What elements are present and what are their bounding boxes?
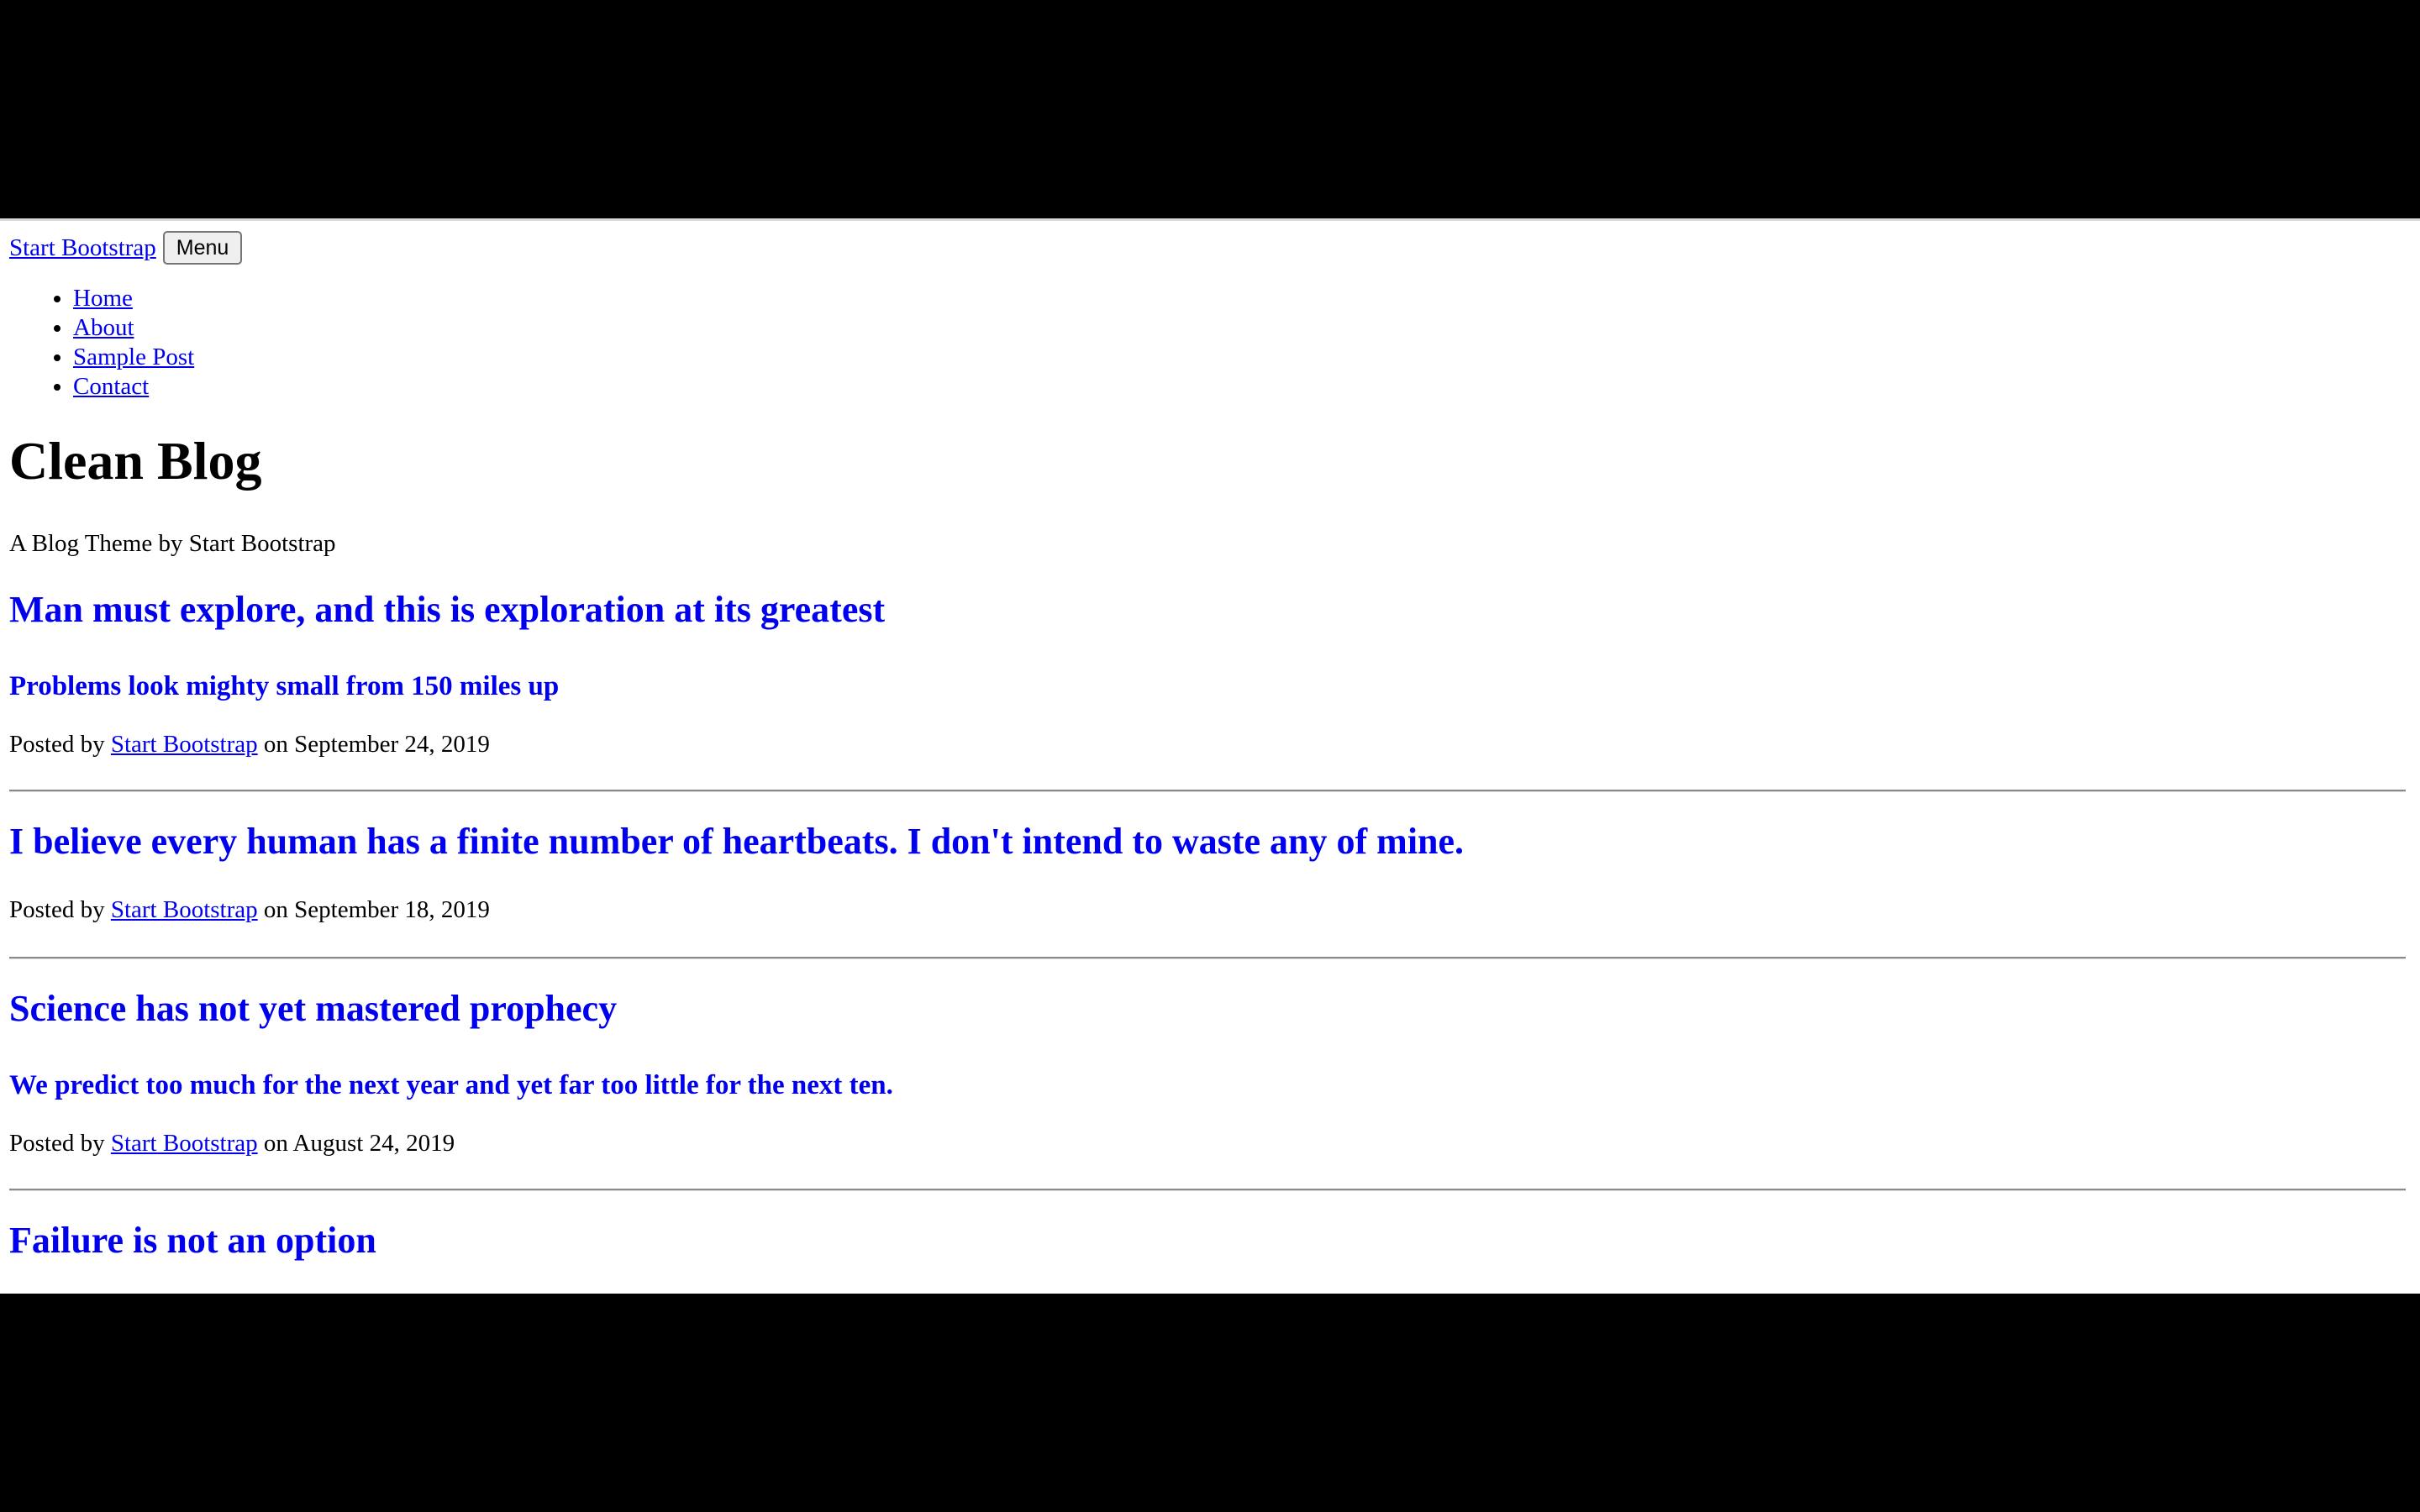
navbar: Start Bootstrap Menu (9, 229, 243, 266)
screen-backdrop: Start Bootstrap Menu Home About Sample P… (0, 0, 2420, 1512)
nav-link-sample-post[interactable]: Sample Post (73, 344, 194, 370)
post-meta-date: on September 18, 2019 (263, 896, 490, 923)
browser-viewport[interactable]: Start Bootstrap Menu Home About Sample P… (0, 218, 2420, 1294)
post-title[interactable]: Man must explore, and this is exploratio… (9, 586, 885, 633)
nav-item-about: About (73, 313, 194, 343)
nav-link-about[interactable]: About (73, 314, 134, 341)
post-author-link[interactable]: Start Bootstrap (111, 1130, 258, 1157)
nav-link-home[interactable]: Home (73, 285, 133, 312)
site-subtitle: A Blog Theme by Start Bootstrap (9, 530, 336, 557)
post-divider (9, 1189, 2406, 1191)
post-subtitle[interactable]: Problems look mighty small from 150 mile… (9, 669, 559, 704)
post-title[interactable]: Failure is not an option (9, 1217, 376, 1264)
nav-list: Home About Sample Post Contact (9, 284, 194, 402)
post-divider (9, 790, 2406, 792)
post-author-link[interactable]: Start Bootstrap (111, 731, 258, 758)
post-title[interactable]: Science has not yet mastered prophecy (9, 985, 617, 1032)
nav-item-sample-post: Sample Post (73, 343, 194, 372)
post-author-link[interactable]: Start Bootstrap (111, 896, 258, 923)
post-meta-prefix: Posted by (9, 1130, 105, 1157)
menu-button[interactable]: Menu (162, 231, 243, 265)
site-title: Clean Blog (9, 431, 262, 491)
post-divider (9, 957, 2406, 959)
post-subtitle[interactable]: We predict too much for the next year an… (9, 1068, 893, 1103)
nav-link-contact[interactable]: Contact (73, 373, 149, 400)
post-meta-prefix: Posted by (9, 731, 105, 758)
post-meta: Posted by Start Bootstrap on September 2… (9, 729, 490, 759)
nav-item-home: Home (73, 284, 194, 313)
navbar-brand-link[interactable]: Start Bootstrap (9, 234, 156, 261)
post-meta-date: on September 24, 2019 (263, 731, 490, 758)
post-meta-date: on August 24, 2019 (263, 1130, 455, 1157)
nav-item-contact: Contact (73, 372, 194, 402)
post-meta-prefix: Posted by (9, 896, 105, 923)
post-meta: Posted by Start Bootstrap on August 24, … (9, 1128, 455, 1158)
post-title[interactable]: I believe every human has a finite numbe… (9, 818, 1464, 865)
post-meta: Posted by Start Bootstrap on September 1… (9, 895, 490, 925)
